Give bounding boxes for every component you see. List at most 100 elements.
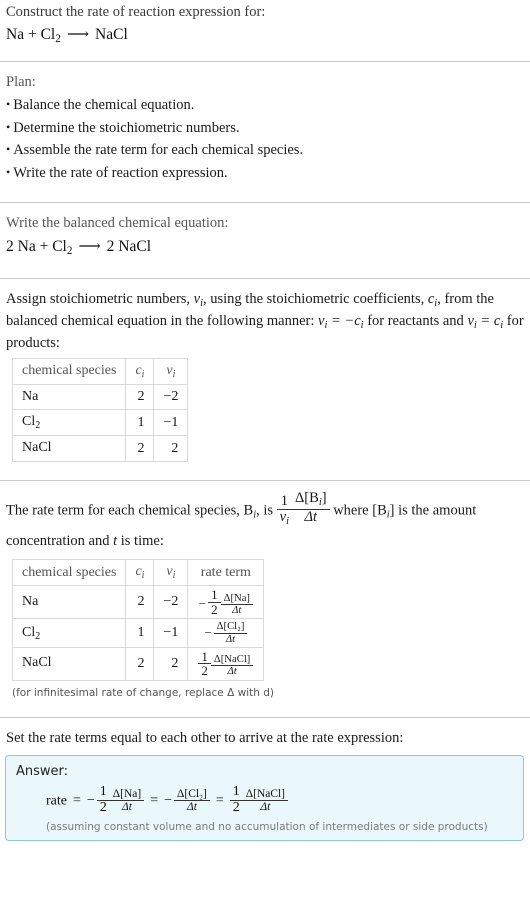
column-header-ci: ci: [125, 357, 155, 385]
cell-nui: −2: [153, 383, 189, 411]
problem-section: Construct the rate of reaction expressio…: [0, 0, 530, 47]
rate-text-e: is time:: [117, 532, 164, 549]
reactant-na: Na: [6, 25, 25, 43]
table-row: Na 2 −2: [11, 383, 189, 411]
cell-rate-term: 1 2 Δ[NaCl] Δt: [187, 646, 265, 682]
stoich-text-b: , using the stoichiometric coefficients,: [203, 290, 428, 307]
symbol-c: ci: [427, 290, 438, 309]
reactant-cl2: Cl2: [52, 237, 73, 257]
cell-nui: −1: [153, 409, 189, 437]
answer-assumption: (assuming constant volume and no accumul…: [46, 821, 488, 834]
table-header-row: chemical species ci νi: [11, 357, 189, 385]
equals-sign-1: =: [72, 793, 81, 809]
term3-delta-fraction: Δ[NaCl] Δt: [242, 788, 288, 813]
stoich-text-a: Assign stoichiometric numbers,: [6, 290, 194, 307]
final-section: Set the rate terms equal to each other t…: [0, 728, 530, 749]
infinitesimal-footnote: (for infinitesimal rate of change, repla…: [12, 687, 274, 700]
plan-step: • Determine the stoichiometric numbers.: [6, 117, 524, 139]
product-nacl: NaCl: [118, 237, 152, 255]
table-row: Cl2 1 −1 − Δ[Cl₂] Δt: [11, 618, 265, 648]
plan-step-label: Determine the stoichiometric numbers.: [13, 119, 240, 136]
stoich-text-d: for reactants and: [363, 312, 468, 329]
reactant-na: Na: [17, 237, 36, 255]
cell-nui: 2: [153, 646, 189, 682]
column-header-nui: νi: [153, 559, 189, 587]
rule-product-rhs: = ci: [476, 312, 504, 331]
reactant-cl2: Cl2: [40, 25, 61, 45]
rule-product-nu: νi: [467, 312, 477, 331]
cell-nui: 2: [153, 435, 189, 462]
delta-fraction: Δ[Na] Δt: [220, 593, 253, 616]
product-nacl: NaCl: [95, 25, 128, 43]
balanced-equation-section: Write the balanced chemical equation: 2 …: [0, 213, 530, 260]
equals-sign-3: =: [215, 793, 224, 809]
table-row: NaCl 2 2 1 2 Δ[NaCl] Δt: [11, 646, 265, 682]
term2-delta-fraction: Δ[Cl₂] Δt: [174, 788, 210, 813]
stoichiometry-section: Assign stoichiometric numbers, νi, using…: [0, 289, 530, 462]
rate-text-b: , is: [256, 502, 277, 519]
balanced-label: Write the balanced chemical equation:: [6, 215, 229, 232]
delta-fraction: Δ[Cl₂] Δt: [213, 621, 248, 645]
term1-delta-fraction: Δ[Na] Δt: [109, 788, 145, 813]
cell-species: NaCl: [11, 646, 127, 682]
problem-equation: Na + Cl2 ⟶ NaCl: [6, 23, 524, 48]
answer-title: Answer:: [16, 764, 69, 780]
term1-coefficient: 12: [96, 784, 110, 815]
table-row: Na 2 −2 −1 2 Δ[Na] Δt: [11, 585, 265, 620]
rate-delta-fraction: Δ[Bi] Δt: [291, 489, 330, 525]
column-header-species: chemical species: [11, 357, 127, 385]
delta-fraction: Δ[NaCl] Δt: [210, 654, 254, 677]
column-header-species: chemical species: [11, 559, 127, 587]
answer-pod-wrap: Answer: rate = −1 2 Δ[Na] Δt = − Δ[Cl₂] Δt = 1 2 Δ[Na…: [0, 755, 530, 842]
solution-page: Construct the rate of reaction expressio…: [0, 0, 530, 842]
plan-section: Plan: • Balance the chemical equation. • D…: [0, 72, 530, 184]
rule-reactant-nu: νi: [318, 312, 328, 331]
answer-pod[interactable]: Answer: rate = −1 2 Δ[Na] Δt = − Δ[Cl₂] Δt = 1 2 Δ[Na…: [5, 755, 524, 842]
final-label: Set the rate terms equal to each other t…: [6, 730, 404, 747]
column-header-ci: ci: [125, 559, 155, 587]
plan-step: • Balance the chemical equation.: [6, 94, 524, 116]
coefficient-fraction: 12: [208, 588, 221, 616]
plan-step-label: Balance the chemical equation.: [13, 97, 195, 114]
plus-sign: +: [27, 25, 37, 43]
table-row: Cl2 1 −1: [11, 409, 189, 437]
table-row: NaCl 2 2: [11, 435, 189, 462]
plan-step-label: Assemble the rate term for each chemical…: [13, 142, 304, 159]
equals-sign-2: =: [150, 793, 159, 809]
plan-label: Plan:: [6, 74, 36, 91]
cell-ci: 2: [125, 435, 155, 462]
cell-nui: −2: [153, 585, 189, 620]
balanced-equation: 2 Na + Cl2 ⟶ 2 NaCl: [6, 235, 524, 260]
plan-step-label: Write the rate of reaction expression.: [13, 164, 228, 181]
coefficient-fraction: 12: [198, 650, 211, 678]
stoichiometry-table: chemical species ci νi Na 2 −2 Cl2 1 −1 …: [11, 357, 189, 462]
symbol-nu: νi: [193, 290, 204, 309]
problem-prompt: Construct the rate of reaction expressio…: [6, 4, 266, 20]
plan-step: • Write the rate of reaction expression.: [6, 162, 524, 184]
cell-species: Cl2: [11, 409, 127, 437]
cell-species: Na: [11, 585, 127, 620]
stoichiometry-description: Assign stoichiometric numbers, νi, using…: [6, 289, 524, 354]
cell-ci: 2: [125, 585, 155, 620]
cell-species: NaCl: [11, 435, 127, 462]
answer-expression: rate = −1 2 Δ[Na] Δt = − Δ[Cl₂] Δt = 1 2 Δ[NaCl] Δt: [16, 784, 513, 815]
rate-text-c: where [B: [329, 502, 387, 519]
cell-ci: 2: [125, 383, 155, 411]
table-header-row: chemical species ci νi rate term: [11, 559, 265, 587]
rate-term-description: The rate term for each chemical species,…: [6, 489, 524, 555]
nu-i-denominator: νi: [276, 508, 292, 528]
cell-species: Na: [11, 383, 127, 411]
delta-concentration: Δ[Bi]: [294, 489, 327, 508]
rate-term-table: chemical species ci νi rate term Na 2 −2…: [11, 559, 265, 682]
rule-reactant-rhs: = −ci: [327, 312, 364, 331]
sign: −: [198, 595, 207, 611]
cell-ci: 1: [125, 618, 155, 648]
coefficient-na: 2: [6, 237, 14, 255]
cell-rate-term: − Δ[Cl₂] Δt: [187, 618, 265, 648]
delta-time: Δt: [291, 508, 330, 525]
column-header-rate-term: rate term: [187, 559, 265, 587]
reaction-arrow: ⟶: [78, 237, 101, 255]
column-header-nui: νi: [153, 357, 189, 385]
cell-rate-term: −1 2 Δ[Na] Δt: [187, 585, 265, 620]
coefficient-nacl: 2: [106, 237, 115, 255]
